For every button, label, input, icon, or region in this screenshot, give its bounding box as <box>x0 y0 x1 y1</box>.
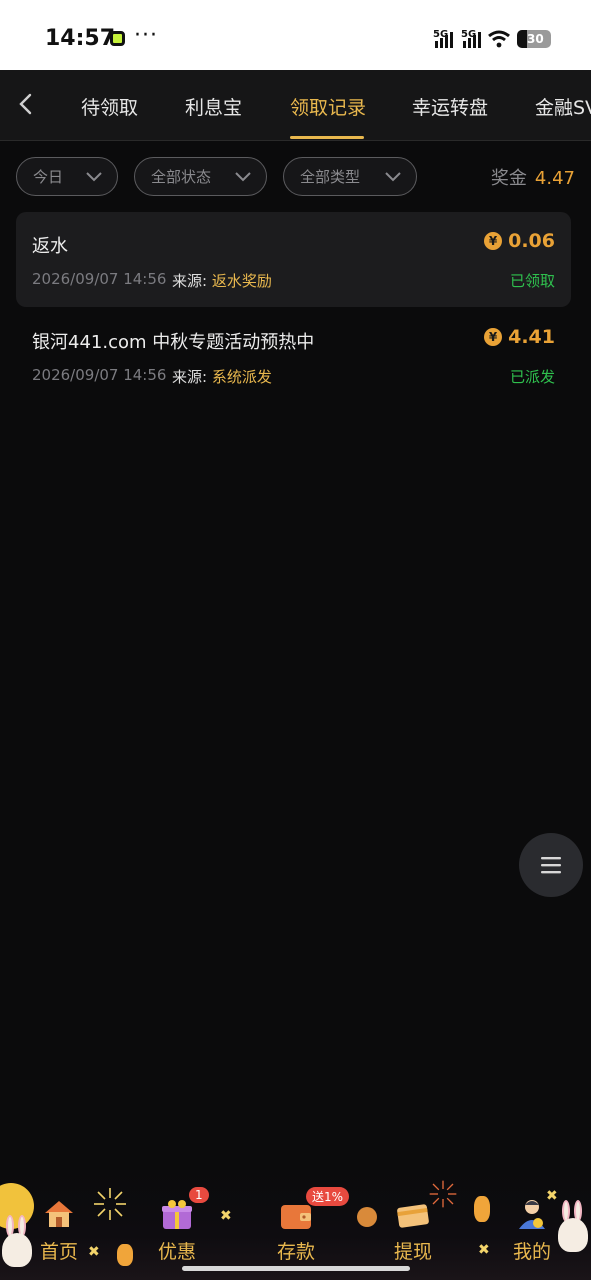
promo-badge: 送1% <box>306 1187 350 1206</box>
record-amount: ¥ 0.06 <box>484 230 555 252</box>
record-status: 已领取 <box>509 272 555 290</box>
record-source: 来源: 返水奖励 <box>172 270 272 291</box>
signal-icon: 5G <box>461 29 481 48</box>
top-nav: 待领取 利息宝 领取记录 幸运转盘 金融SV <box>0 70 591 141</box>
signal-label: 5G <box>461 29 477 40</box>
record-title: 返水 <box>32 236 68 257</box>
gift-icon <box>162 1200 192 1229</box>
coin-icon: ¥ <box>484 328 503 346</box>
floating-menu-button[interactable] <box>519 833 583 897</box>
signal-icon: 5G <box>433 29 453 48</box>
tabbar-label: 首页 <box>39 1241 78 1263</box>
lantern-decoration <box>474 1196 490 1222</box>
bonus-total: 奖金 4.47 <box>491 164 575 190</box>
record-item[interactable]: 银河441.com 中秋专题活动预热中 ¥ 4.41 2026/09/07 14… <box>16 308 571 403</box>
record-source-value: 返水奖励 <box>211 272 272 290</box>
date-filter-label: 今日 <box>33 168 64 186</box>
battery-icon: 30 <box>517 30 551 48</box>
status-indicators: 5G 5G 30 <box>433 26 551 48</box>
tabbar-item-deposit[interactable]: 送1% 存款 <box>266 1187 350 1275</box>
notification-badge: 1 <box>189 1187 209 1203</box>
tabbar-label: 我的 <box>512 1241 551 1263</box>
coin-icon: ¥ <box>484 232 503 250</box>
record-amount-value: 4.41 <box>508 326 555 348</box>
house-icon <box>45 1201 73 1227</box>
back-arrow-icon[interactable] <box>14 92 38 116</box>
record-status: 已派发 <box>509 368 555 386</box>
record-amount-value: 0.06 <box>508 230 555 252</box>
tabbar-item-profile[interactable]: 我的 <box>502 1195 562 1275</box>
wifi-icon <box>487 30 511 48</box>
record-source-label: 来源: <box>172 368 208 386</box>
type-filter-dropdown[interactable]: 全部类型 <box>283 157 417 196</box>
home-indicator <box>182 1266 410 1271</box>
record-date: 2026/09/07 14:56 <box>32 366 167 384</box>
tabbar-item-withdraw[interactable]: 提现 <box>383 1195 443 1275</box>
type-filter-label: 全部类型 <box>300 168 361 186</box>
tabbar-item-home[interactable]: 首页 <box>29 1195 89 1275</box>
tabbar-label: 提现 <box>393 1241 432 1263</box>
sparkle-decoration: ✖ <box>220 1208 232 1224</box>
battery-level: 30 <box>527 32 544 46</box>
tabbar-item-promotions[interactable]: 1 优惠 <box>147 1187 209 1275</box>
menu-icon <box>541 857 561 874</box>
status-filter-dropdown[interactable]: 全部状态 <box>134 157 267 196</box>
user-icon <box>519 1200 545 1229</box>
tab-claim-records[interactable]: 领取记录 <box>290 93 366 120</box>
record-source-value: 系统派发 <box>211 368 272 386</box>
tab-pending[interactable]: 待领取 <box>81 93 138 120</box>
bonus-label: 奖金 <box>490 168 527 189</box>
card-icon <box>397 1204 429 1228</box>
record-date: 2026/09/07 14:56 <box>32 270 167 288</box>
app-notification-icon <box>110 31 125 46</box>
record-title: 银河441.com 中秋专题活动预热中 <box>32 332 315 353</box>
status-time: 14:57 <box>45 26 116 51</box>
tab-lucky-wheel[interactable]: 幸运转盘 <box>412 93 488 120</box>
date-filter-dropdown[interactable]: 今日 <box>16 157 118 196</box>
sparkle-decoration: ✖ <box>478 1242 490 1258</box>
more-notifications-icon: ··· <box>134 23 158 48</box>
record-item[interactable]: 返水 ¥ 0.06 2026/09/07 14:56 来源: 返水奖励 已领取 <box>16 212 571 307</box>
firework-decoration <box>94 1188 126 1220</box>
chevron-down-icon <box>86 172 102 182</box>
mooncake-decoration <box>357 1207 377 1227</box>
chevron-down-icon <box>235 172 251 182</box>
record-source: 来源: 系统派发 <box>172 366 272 387</box>
tab-interest[interactable]: 利息宝 <box>185 93 242 120</box>
record-amount: ¥ 4.41 <box>484 326 555 348</box>
chevron-down-icon <box>385 172 401 182</box>
tab-finance[interactable]: 金融SV <box>535 93 591 120</box>
sparkle-decoration: ✖ <box>88 1244 100 1260</box>
lantern-decoration <box>117 1244 133 1266</box>
bonus-amount: 4.47 <box>534 168 575 189</box>
tabbar-label: 优惠 <box>157 1241 196 1263</box>
status-filter-label: 全部状态 <box>151 168 212 186</box>
signal-label: 5G <box>433 29 449 40</box>
active-tab-indicator <box>290 136 364 139</box>
tabbar-label: 存款 <box>276 1241 315 1263</box>
record-source-label: 来源: <box>172 272 208 290</box>
status-bar: 14:57 ··· 5G 5G 30 <box>0 0 591 70</box>
